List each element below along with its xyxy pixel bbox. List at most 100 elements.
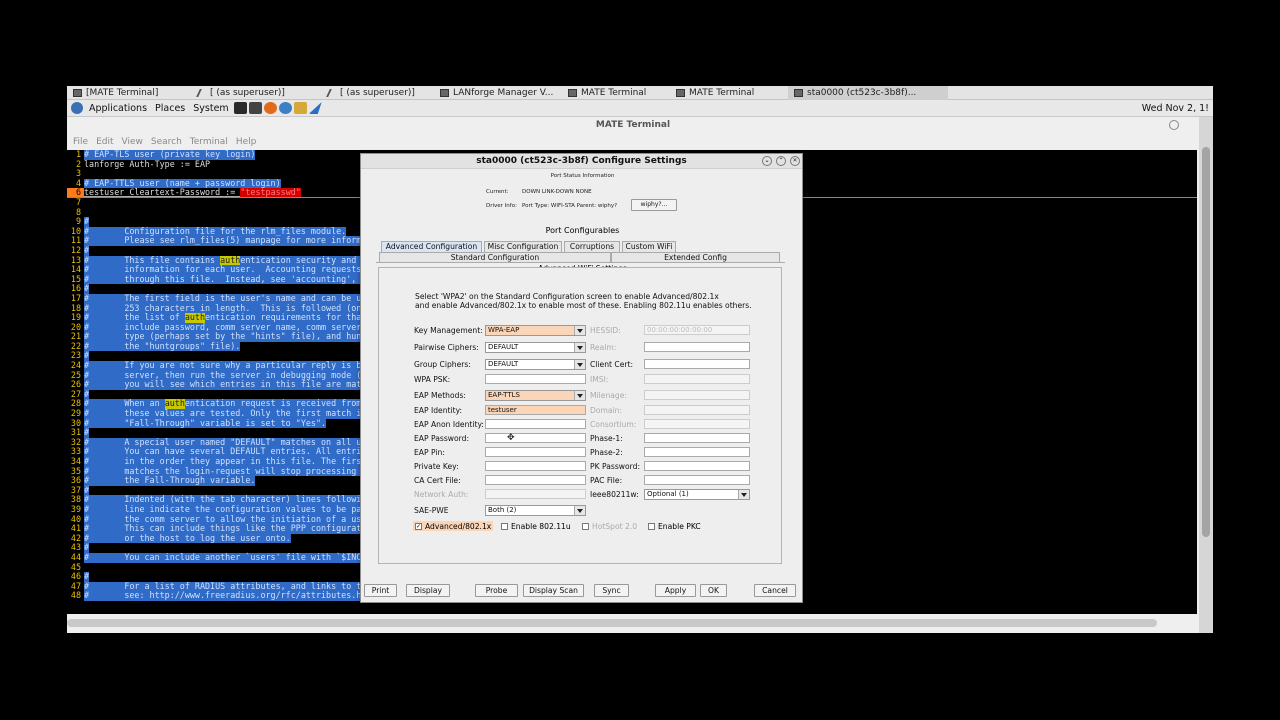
maximize-icon[interactable]: ⌃ (776, 156, 786, 166)
group-ciphers-value: DEFAULT (488, 360, 519, 368)
menu-places[interactable]: Places (151, 103, 189, 114)
tab-advanced-configuration[interactable]: Advanced Configuration (381, 241, 482, 252)
chevron-down-icon[interactable] (738, 490, 749, 499)
close-icon[interactable]: ✕ (790, 156, 800, 166)
chrome-launcher-icon[interactable] (278, 102, 292, 114)
sae-pwe-select[interactable]: Both (2) (485, 505, 586, 516)
realm-field[interactable] (644, 342, 750, 352)
chevron-down-icon[interactable] (574, 506, 585, 515)
checkbox-empty-icon (648, 522, 655, 530)
vertical-scrollbar[interactable] (1199, 117, 1213, 633)
private-key-field[interactable] (485, 461, 586, 471)
tab-misc-configuration[interactable]: Misc Configuration (484, 241, 562, 252)
enable-pkc-checkbox[interactable]: Enable PKC (648, 521, 701, 531)
terminal-menu-search[interactable]: Search (147, 137, 186, 147)
milenage-label: Milenage: (590, 391, 627, 400)
calculator-launcher-icon[interactable] (293, 102, 307, 114)
realm-label: Realm: (590, 343, 617, 352)
hessid-field[interactable]: 00:00:00:00:00:00 (644, 325, 750, 335)
print-button[interactable]: Print (364, 584, 397, 597)
lanforge-launcher-icon[interactable] (308, 102, 322, 114)
scrollbar-thumb[interactable] (1202, 147, 1210, 537)
private-key-label: Private Key: (414, 462, 459, 471)
chevron-down-icon[interactable] (574, 360, 585, 369)
ca-cert-file-field[interactable] (485, 475, 586, 485)
tab-corruptions[interactable]: Corruptions (564, 241, 620, 252)
advanced-8021x-checkbox[interactable]: ✓ Advanced/802.1x (413, 521, 494, 531)
line-text: # the "huntgroups" file). (84, 340, 241, 352)
eap-password-field[interactable] (485, 433, 586, 443)
dialog-titlebar[interactable]: sta0000 (ct523c-3b8f) Configure Settings… (361, 154, 802, 169)
menu-applications[interactable]: Applications (85, 103, 151, 114)
eap-anon-identity-label: EAP Anon Identity: (414, 420, 484, 429)
line-text: # Please see rlm_files(5) manpage for mo… (84, 235, 367, 246)
menu-system[interactable]: System (189, 103, 232, 114)
terminal-menu-file[interactable]: File (69, 137, 92, 147)
checkbox-empty-icon (501, 522, 508, 530)
taskbar-item[interactable]: [ (as superuser)] (192, 86, 322, 100)
terminal-menu-view[interactable]: View (118, 137, 147, 147)
imsi-field[interactable] (644, 374, 750, 384)
mate-logo-icon[interactable] (71, 102, 83, 114)
window-menu-icon[interactable] (1169, 120, 1179, 130)
move-cursor-icon: ✥ (507, 433, 515, 443)
chevron-down-icon[interactable] (574, 391, 585, 400)
taskbar-item[interactable]: [ (as superuser)] (322, 86, 434, 100)
terminal-menu-help[interactable]: Help (232, 137, 261, 147)
firefox-launcher-icon[interactable] (263, 102, 277, 114)
eap-identity-field[interactable]: testuser (485, 405, 586, 415)
taskbar-item[interactable]: MATE Terminal (670, 86, 788, 100)
client-cert-field[interactable] (644, 359, 750, 369)
taskbar-item[interactable]: MATE Terminal (562, 86, 670, 100)
phase2-field[interactable] (644, 447, 750, 457)
taskbar-item[interactable]: [MATE Terminal] (67, 86, 192, 100)
group-ciphers-select[interactable]: DEFAULT (485, 359, 586, 370)
probe-button[interactable]: Probe (475, 584, 518, 597)
cancel-button[interactable]: Cancel (754, 584, 796, 597)
sync-button[interactable]: Sync (594, 584, 629, 597)
chevron-down-icon[interactable] (574, 326, 585, 335)
eap-methods-select[interactable]: EAP-TTLS (485, 390, 586, 401)
horizontal-scrollbar[interactable] (67, 619, 1157, 627)
pairwise-ciphers-select[interactable]: DEFAULT (485, 342, 586, 353)
terminal-launcher-icon[interactable] (233, 102, 247, 114)
pk-password-field[interactable] (644, 461, 750, 471)
eap-anon-identity-field[interactable] (485, 419, 586, 429)
display-button[interactable]: Display (406, 584, 450, 597)
network-auth-field[interactable] (485, 489, 586, 499)
enable-80211u-checkbox[interactable]: Enable 802.11u (501, 521, 571, 531)
key-management-select[interactable]: WPA-EAP (485, 325, 586, 336)
tab-custom-wifi[interactable]: Custom WiFi (622, 241, 676, 252)
pac-file-field[interactable] (644, 475, 750, 485)
milenage-field[interactable] (644, 390, 750, 400)
taskbar-item[interactable]: LANforge Manager V... (434, 86, 562, 100)
taskbar-item[interactable]: sta0000 (ct523c-3b8f)... (788, 86, 948, 100)
hotspot-20-checkbox[interactable]: HotSpot 2.0 (582, 521, 637, 531)
monitor-launcher-icon[interactable] (248, 102, 262, 114)
ok-button[interactable]: OK (700, 584, 727, 597)
minimize-icon[interactable]: ⌄ (762, 156, 772, 166)
phase1-field[interactable] (644, 433, 750, 443)
taskbar: [MATE Terminal] [ (as superuser)] [ (as su… (67, 86, 1213, 100)
apply-button[interactable]: Apply (655, 584, 696, 597)
wpa-psk-field[interactable] (485, 374, 586, 384)
phase2-label: Phase-2: (590, 448, 623, 457)
eap-pin-field[interactable] (485, 447, 586, 457)
ieee80211w-select[interactable]: Optional (1) (644, 489, 750, 500)
chevron-down-icon[interactable] (574, 343, 585, 352)
current-value: DOWN LINK-DOWN NONE (522, 189, 592, 195)
consortium-field[interactable] (644, 419, 750, 429)
domain-field[interactable] (644, 405, 750, 415)
pairwise-ciphers-label: Pairwise Ciphers: (414, 343, 479, 352)
instructions-line1: Select 'WPA2' on the Standard Configurat… (415, 292, 719, 301)
terminal-menu-edit[interactable]: Edit (92, 137, 117, 147)
terminal-icon (676, 89, 685, 97)
taskbar-item-label: MATE Terminal (689, 88, 755, 98)
display-scan-button[interactable]: Display Scan (523, 584, 584, 597)
clock[interactable]: Wed Nov 2, 1! (1142, 103, 1213, 114)
ca-cert-file-label: CA Cert File: (414, 476, 461, 485)
sae-pwe-label: SAE-PWE (414, 506, 449, 515)
terminal-menu-terminal[interactable]: Terminal (186, 137, 232, 147)
terminal-titlebar[interactable]: MATE Terminal (67, 117, 1199, 133)
wiphy-button[interactable]: wiphy?... (631, 199, 677, 211)
